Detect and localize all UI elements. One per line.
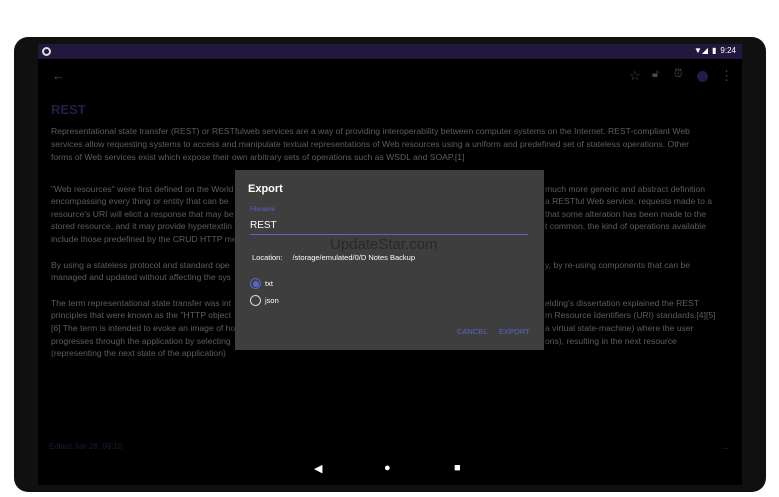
dialog-title: Export — [248, 183, 283, 195]
radio-unchecked-icon — [250, 295, 261, 306]
export-button[interactable]: EXPORT — [499, 327, 530, 336]
format-radio-json[interactable]: json — [250, 295, 279, 306]
filename-input[interactable] — [250, 217, 528, 235]
format-radio-txt[interactable]: txt — [250, 278, 273, 289]
cancel-button[interactable]: CANCEL — [457, 327, 487, 336]
location-path: /storage/emulated/0/D Notes Backup — [292, 253, 416, 262]
location-row: Location: /storage/emulated/0/D Notes Bac… — [252, 253, 425, 262]
export-dialog: Export Filename UpdateStar.com Location:… — [235, 170, 544, 350]
location-label: Location: — [252, 253, 283, 262]
radio-checked-icon — [250, 278, 261, 289]
screen: ▼◢ ▮ 9:24 ← ☆ 🔓︎ ⏰︎ ⋮ REST Representationa… — [38, 44, 742, 485]
watermark: UpdateStar.com — [330, 236, 438, 253]
filename-label: Filename — [250, 207, 275, 213]
